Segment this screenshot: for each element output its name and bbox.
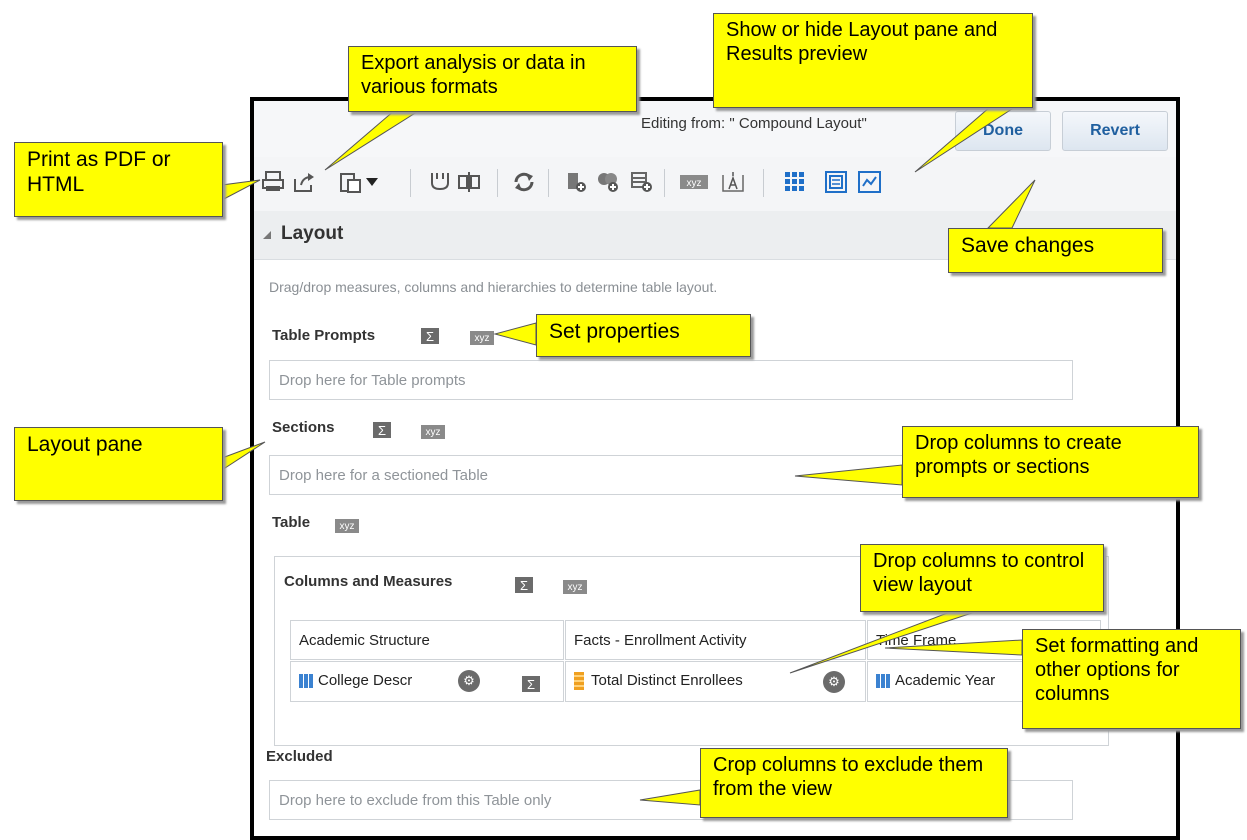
callout-crop: Crop columns to exclude them from the vi… xyxy=(700,748,1008,818)
column-item-total-distinct-enrollees[interactable]: Total Distinct Enrollees ⚙ xyxy=(565,661,866,702)
editing-from-text: Editing from: " Compound Layout" xyxy=(641,115,867,132)
column-header-academic-structure[interactable]: Academic Structure xyxy=(290,620,564,660)
sections-sigma-icon[interactable]: Σ xyxy=(373,422,391,438)
revert-button[interactable]: Revert xyxy=(1062,111,1168,151)
results-preview-icon[interactable] xyxy=(822,168,850,196)
xyz-icon[interactable]: xyz xyxy=(679,168,709,196)
gear-icon[interactable]: ⚙ xyxy=(458,670,480,692)
columns-xyz-icon[interactable]: xyz xyxy=(563,580,587,594)
callout-drop-prompts: Drop columns to create prompts or sectio… xyxy=(902,426,1199,498)
toolbar-separator xyxy=(548,169,549,197)
column-icon xyxy=(299,674,313,689)
gear-icon[interactable]: ⚙ xyxy=(823,671,845,693)
column-item-label: Academic Year xyxy=(895,672,996,689)
table-prompts-drop-zone[interactable]: Drop here for Table prompts xyxy=(269,360,1073,400)
add-measure-icon[interactable] xyxy=(594,168,622,196)
exclude-icon[interactable] xyxy=(426,168,454,196)
excluded-label: Excluded xyxy=(266,748,333,765)
toolbar-separator xyxy=(410,169,411,197)
toolbar-separator xyxy=(497,169,498,197)
column-item-label: Total Distinct Enrollees xyxy=(591,672,743,689)
toolbar-separator xyxy=(763,169,764,197)
text-icon[interactable] xyxy=(719,168,747,196)
columns-sigma-icon[interactable]: Σ xyxy=(515,577,533,593)
callout-show-hide: Show or hide Layout pane and Results pre… xyxy=(713,13,1033,108)
callout-drop-view: Drop columns to control view layout xyxy=(860,544,1104,612)
table-prompts-sigma-icon[interactable]: Σ xyxy=(421,328,439,344)
toolbar: xyz xyxy=(254,157,1176,212)
column-item-college-descr[interactable]: College Descr ⚙ Σ xyxy=(290,661,564,702)
table-label: Table xyxy=(272,514,311,531)
callout-set-formatting: Set formatting and other options for col… xyxy=(1022,629,1241,729)
print-icon[interactable] xyxy=(259,168,287,196)
columns-measures-label: Columns and Measures xyxy=(284,573,453,590)
toolbar-separator xyxy=(664,169,665,197)
paste-icon[interactable] xyxy=(337,168,365,196)
callout-print: Print as PDF or HTML xyxy=(14,142,223,217)
callout-set-properties: Set properties xyxy=(536,314,751,357)
column-sigma-icon[interactable]: Σ xyxy=(522,676,540,692)
refresh-icon[interactable] xyxy=(510,168,538,196)
layout-description: Drag/drop measures, columns and hierarch… xyxy=(269,279,718,295)
layout-pane-icon[interactable] xyxy=(781,168,809,196)
column-header-facts-enrollment[interactable]: Facts - Enrollment Activity xyxy=(565,620,866,660)
export-icon[interactable] xyxy=(291,168,319,196)
column-icon xyxy=(876,674,890,689)
done-button[interactable]: Done xyxy=(955,111,1051,151)
svg-text:xyz: xyz xyxy=(687,178,702,189)
callout-layout-pane: Layout pane xyxy=(14,427,223,501)
sections-label: Sections xyxy=(272,419,335,436)
column-item-label: College Descr xyxy=(318,672,413,689)
measure-icon xyxy=(574,672,584,691)
table-prompts-label: Table Prompts xyxy=(272,327,376,344)
table-xyz-icon[interactable]: xyz xyxy=(335,519,359,533)
add-column-icon[interactable] xyxy=(562,168,590,196)
table-prompts-xyz-icon[interactable]: xyz xyxy=(470,331,494,345)
collapse-triangle-icon[interactable] xyxy=(263,231,271,239)
dropdown-arrow-icon[interactable] xyxy=(362,168,382,196)
add-row-icon[interactable] xyxy=(628,168,656,196)
sections-xyz-icon[interactable]: xyz xyxy=(421,425,445,439)
callout-save: Save changes xyxy=(948,228,1163,273)
swap-icon[interactable] xyxy=(455,168,483,196)
layout-title: Layout xyxy=(281,223,344,244)
save-icon[interactable] xyxy=(856,168,884,196)
callout-export: Export analysis or data in various forma… xyxy=(348,46,637,112)
